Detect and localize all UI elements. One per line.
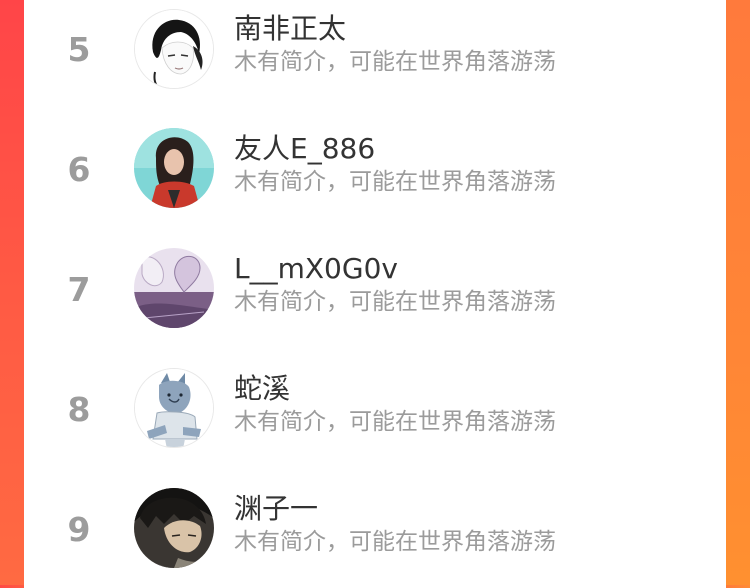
- user-name[interactable]: 渊子一: [234, 492, 318, 526]
- list-item[interactable]: 8 蛇溪 木有简介，可能在世界角落游荡: [24, 348, 726, 468]
- avatar-photo-woman-red-jacket-icon[interactable]: [134, 128, 214, 208]
- rank-number: 5: [67, 30, 91, 69]
- left-gradient-border: [0, 0, 24, 585]
- rank-number: 8: [67, 390, 91, 429]
- user-bio: 木有简介，可能在世界角落游荡: [234, 409, 556, 435]
- user-bio: 木有简介，可能在世界角落游荡: [234, 169, 556, 195]
- rank-number: 7: [67, 270, 91, 309]
- right-gradient-border: [726, 0, 750, 585]
- list-item[interactable]: 5 南非正太 木有简介，可能在世界角落游荡: [24, 0, 726, 108]
- list-item[interactable]: 7 L__mX0G0v 木有简介，可能在世界角落游荡: [24, 228, 726, 348]
- rank-number: 6: [67, 150, 91, 189]
- avatar-sketch-girl-icon[interactable]: [134, 9, 214, 89]
- user-bio: 木有简介，可能在世界角落游荡: [234, 529, 556, 555]
- user-name[interactable]: L__mX0G0v: [234, 252, 398, 286]
- avatar-photo-purple-heart-hands-icon[interactable]: [134, 248, 214, 328]
- user-name[interactable]: 蛇溪: [234, 372, 290, 406]
- avatar-anime-boy-icon[interactable]: [134, 488, 214, 568]
- user-bio: 木有简介，可能在世界角落游荡: [234, 289, 556, 315]
- ranking-list: 5 南非正太 木有简介，可能在世界角落游荡 6 友人E_886 木有简介，可能在…: [24, 0, 726, 585]
- user-name[interactable]: 南非正太: [234, 12, 346, 46]
- list-item[interactable]: 6 友人E_886 木有简介，可能在世界角落游荡: [24, 108, 726, 228]
- list-item[interactable]: 9 渊子一 木有简介，可能在世界角落游荡: [24, 468, 726, 588]
- rank-number: 9: [67, 510, 91, 549]
- avatar-wolf-illustration-icon[interactable]: [134, 368, 214, 448]
- user-name[interactable]: 友人E_886: [234, 132, 375, 166]
- user-bio: 木有简介，可能在世界角落游荡: [234, 49, 556, 75]
